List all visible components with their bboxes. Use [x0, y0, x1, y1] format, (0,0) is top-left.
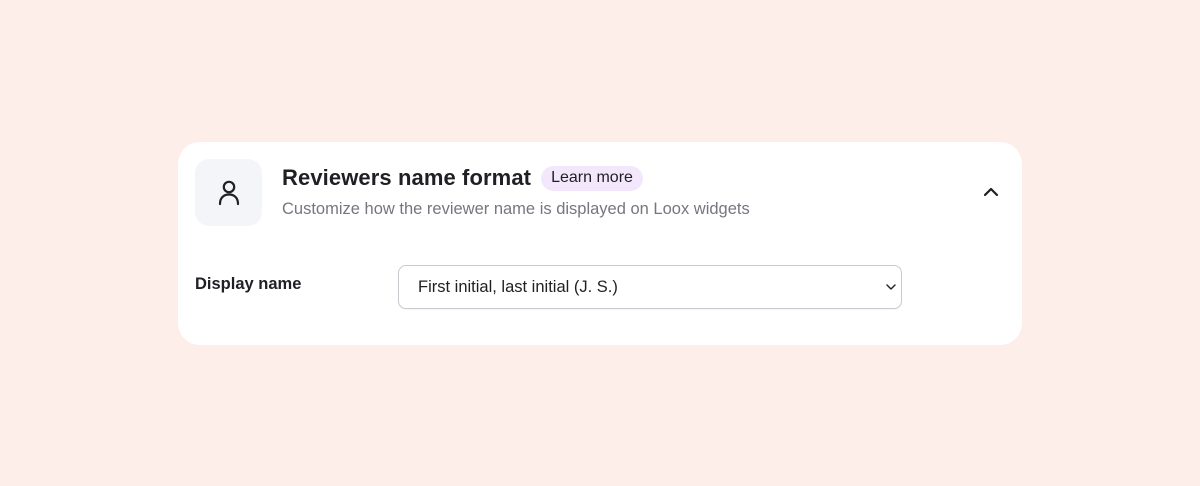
section-title: Reviewers name format: [282, 165, 532, 190]
chevron-up-icon: [983, 184, 999, 202]
user-icon-tile: [195, 159, 262, 226]
section-header: Reviewers name format Learn more: [282, 165, 643, 191]
learn-more-link[interactable]: Learn more: [541, 165, 643, 191]
reviewers-name-format-card: Reviewers name format Learn more Customi…: [178, 142, 1022, 345]
collapse-section-button[interactable]: [978, 180, 1004, 206]
user-icon: [217, 179, 241, 207]
display-name-select[interactable]: First initial, last initial (J. S.): [398, 265, 902, 309]
display-name-label: Display name: [195, 275, 302, 293]
section-description: Customize how the reviewer name is displ…: [282, 200, 750, 218]
chevron-down-icon: [884, 280, 898, 294]
display-name-selected-value: First initial, last initial (J. S.): [418, 277, 618, 296]
